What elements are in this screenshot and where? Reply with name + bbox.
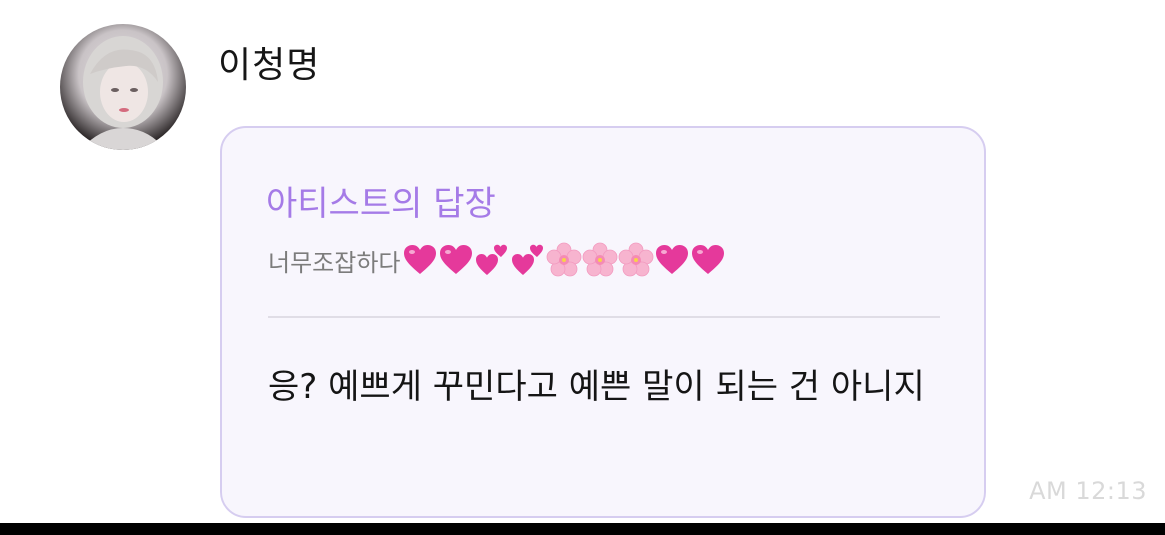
cherry-blossom-icon [583, 242, 618, 277]
avatar[interactable] [60, 24, 186, 150]
two-hearts-icon [512, 244, 544, 275]
cherry-blossom-icon [619, 242, 654, 277]
sender-name: 이청명 [218, 45, 321, 86]
message-bubble[interactable]: 아티스트의 답장 너무조잡하다 응? 예쁘게 꾸민다고 예쁜 말이 되는 건 아… [220, 126, 986, 518]
heart-icon [656, 245, 689, 274]
quoted-emoji-row [402, 242, 726, 278]
avatar-image [80, 36, 166, 150]
two-hearts-icon [476, 244, 508, 275]
message-text: 응? 예쁘게 꾸민다고 예쁜 말이 되는 건 아니지 [268, 367, 925, 407]
quoted-message: 너무조잡하다 [268, 240, 726, 280]
reply-divider [268, 316, 940, 318]
heart-icon [440, 245, 473, 274]
message-timestamp: AM 12:13 [1029, 477, 1147, 505]
heart-icon [692, 245, 725, 274]
reply-title: 아티스트의 답장 [266, 184, 496, 224]
bottom-edge-bar [0, 523, 1165, 535]
cherry-blossom-icon [547, 242, 582, 277]
quoted-message-text: 너무조잡하다 [268, 248, 401, 277]
heart-icon [404, 245, 437, 274]
chat-screen: 이청명 아티스트의 답장 너무조잡하다 응? 예쁘게 꾸민다고 예쁜 말이 되는… [0, 0, 1165, 535]
